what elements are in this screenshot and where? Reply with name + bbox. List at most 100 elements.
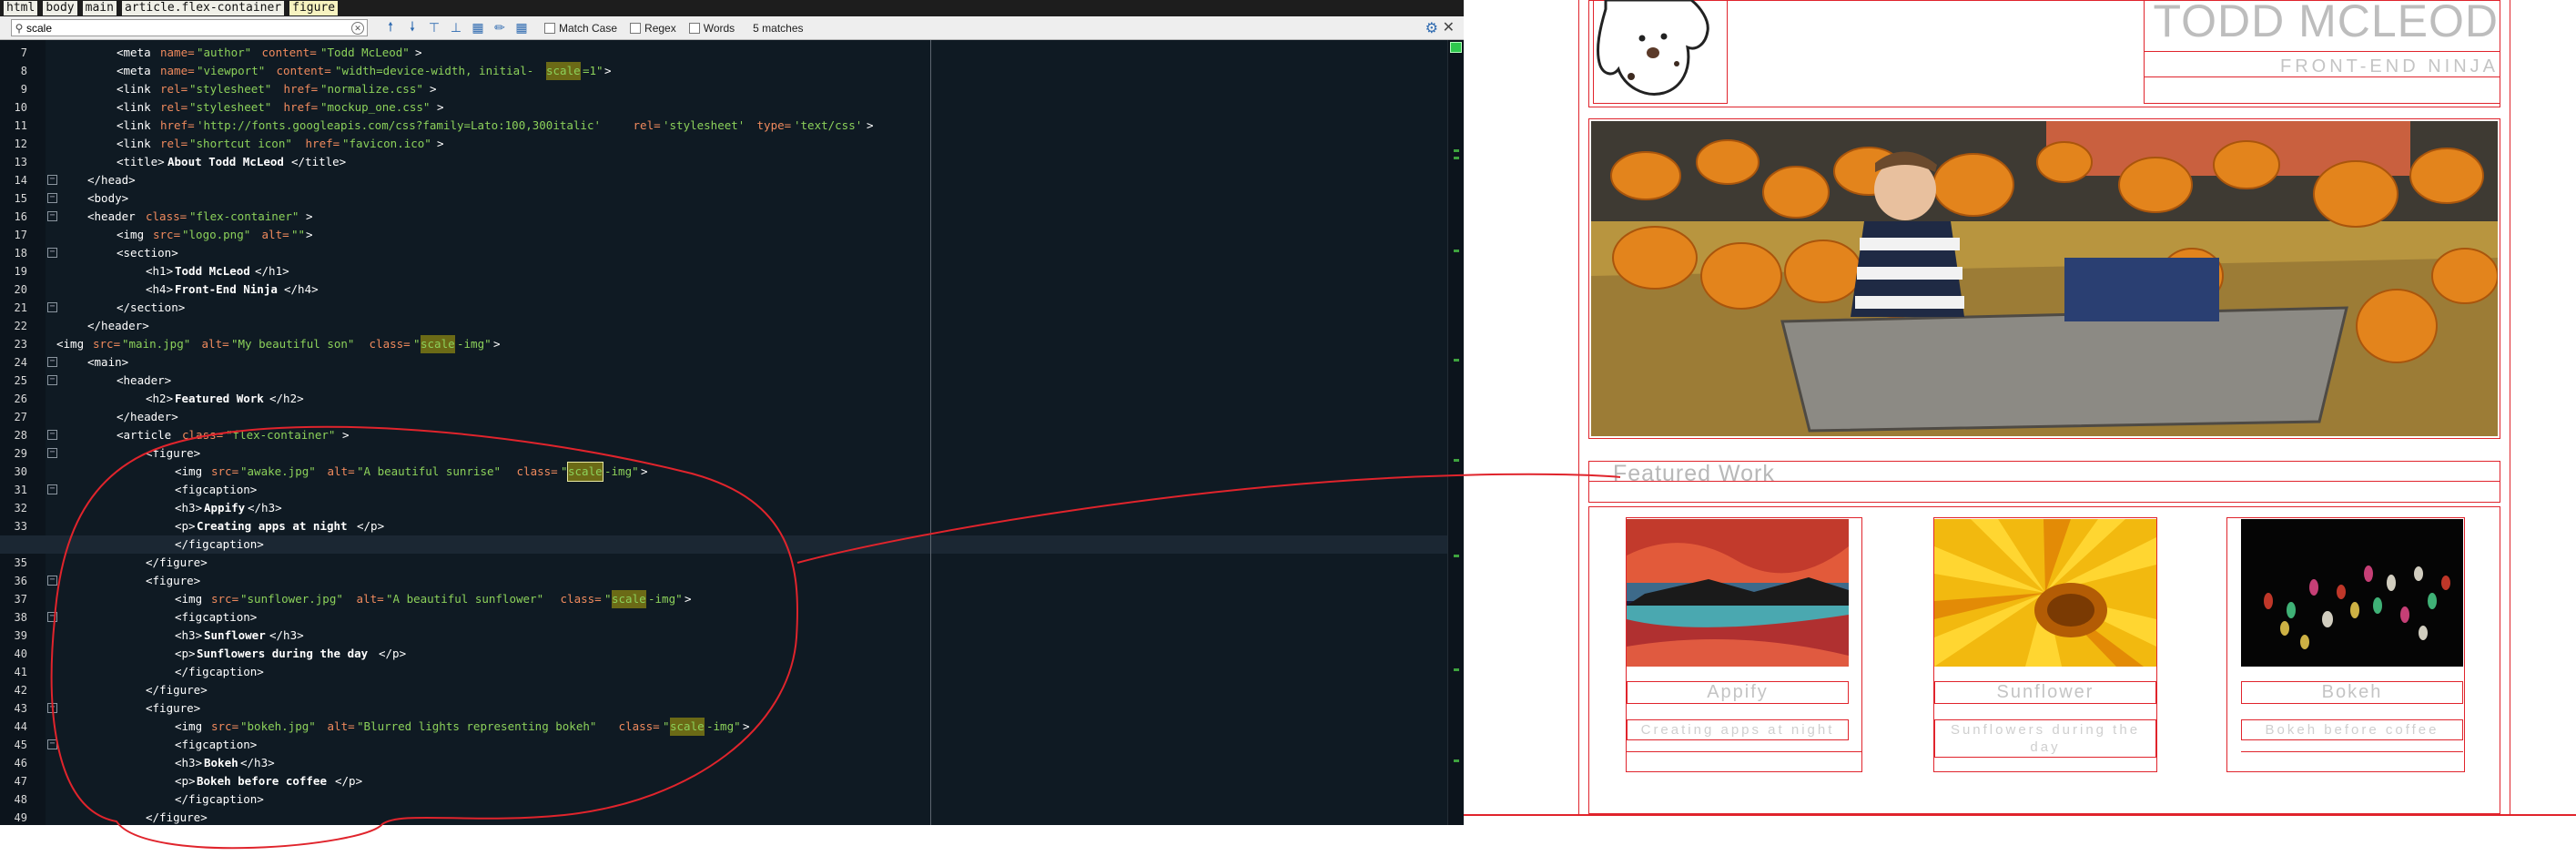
code-token: "A beautiful sunrise" xyxy=(357,464,502,478)
code-token: <link xyxy=(117,137,158,150)
code-token: <main> xyxy=(87,355,129,369)
close-icon[interactable]: ✕ xyxy=(1443,18,1455,36)
gear-icon[interactable]: ⚙ xyxy=(1425,19,1438,37)
breadcrumb-item[interactable]: body xyxy=(43,1,77,15)
figure-title: Bokeh xyxy=(2321,682,2383,702)
find-bar: ⚲ ✕ 🠕 🠗 ⊤ ⊥ ▦ ✏ ▦ Match Case Regex Words… xyxy=(0,16,1464,40)
checkbox-box[interactable] xyxy=(630,22,642,34)
code-token: class= xyxy=(362,337,411,351)
code-token: "flex-container" xyxy=(226,428,336,442)
code-token: class= xyxy=(612,719,660,733)
code-token: scale xyxy=(670,718,705,736)
page-bottom-line xyxy=(1464,814,2576,816)
code-token: rel= xyxy=(626,118,661,132)
code-token: content= xyxy=(255,46,317,59)
code-token: scale xyxy=(612,590,646,608)
code-token: "Todd McLeod" xyxy=(320,46,410,59)
code-token: "Blurred lights representing bokeh" xyxy=(357,719,597,733)
fold-toggle-icon[interactable]: − xyxy=(47,175,57,185)
figcaption-bottom-line xyxy=(2241,751,2463,752)
code-token: "" xyxy=(291,228,306,241)
code-token: </h4> xyxy=(284,282,319,296)
code-token: " xyxy=(663,719,670,733)
fold-toggle-icon[interactable]: − xyxy=(47,211,57,221)
code-token: alt= xyxy=(350,592,384,606)
fold-toggle-icon[interactable]: − xyxy=(47,193,57,203)
scroll-marker xyxy=(1454,668,1459,671)
regex-checkbox[interactable]: Regex xyxy=(630,22,676,35)
code-token: <figure> xyxy=(146,574,201,587)
code-token: <figcaption> xyxy=(175,738,258,751)
toggle-highlight-icon[interactable]: ✏ xyxy=(490,19,510,37)
match-case-checkbox[interactable]: Match Case xyxy=(544,22,617,35)
filter-icon[interactable]: ▦ xyxy=(512,19,532,37)
breadcrumb-item[interactable]: main xyxy=(82,1,117,15)
code-token: "viewport" xyxy=(197,64,266,77)
fold-toggle-icon[interactable]: − xyxy=(47,703,57,713)
code-token: </figure> xyxy=(146,683,208,697)
fold-toggle-icon[interactable]: − xyxy=(47,576,57,586)
figure-caption: Creating apps at night xyxy=(1640,722,1835,738)
code-token: <h1> xyxy=(146,264,174,278)
fold-toggle-icon[interactable]: − xyxy=(47,739,57,749)
scroll-marker xyxy=(1454,359,1459,362)
find-next-icon[interactable]: 🠗 xyxy=(402,19,422,37)
code-token: <h4> xyxy=(146,282,174,296)
vertical-scrollbar[interactable] xyxy=(1447,40,1464,825)
search-field: ⚲ ✕ xyxy=(11,19,368,36)
right-margin-line xyxy=(930,40,931,825)
code-token: name= xyxy=(160,46,195,59)
code-line[interactable]: </figcaption> xyxy=(0,535,1447,554)
fold-toggle-icon[interactable]: − xyxy=(47,484,57,494)
code-token: -img" xyxy=(706,719,741,733)
scroll-thumb[interactable] xyxy=(1450,42,1462,53)
code-token: <link xyxy=(117,118,158,132)
code-token: 'http://fonts.googleapis.com/css?family=… xyxy=(197,118,602,132)
code-token: Creating apps at night xyxy=(197,519,348,533)
fold-toggle-icon[interactable]: − xyxy=(47,248,57,258)
dog-logo-icon xyxy=(1597,0,1709,96)
code-token: <header xyxy=(87,209,143,223)
select-next-icon[interactable]: ⊤ xyxy=(424,19,444,37)
clear-search-icon[interactable]: ✕ xyxy=(351,21,364,35)
fold-toggle-icon[interactable]: − xyxy=(47,448,57,458)
code-token: href= xyxy=(277,100,319,114)
screen: html body main article.flex-container fi… xyxy=(0,0,2576,856)
words-label: Words xyxy=(703,21,735,35)
code-token: > xyxy=(493,337,501,351)
find-previous-icon[interactable]: 🠕 xyxy=(380,19,401,37)
breadcrumb-item[interactable]: figure xyxy=(289,1,339,15)
scroll-marker xyxy=(1454,250,1459,252)
fold-toggle-icon[interactable]: − xyxy=(47,302,57,312)
fold-toggle-icon[interactable]: − xyxy=(47,612,57,622)
code-token: > xyxy=(415,46,422,59)
code-token: > xyxy=(685,592,692,606)
code-editor[interactable]: html body main article.flex-container fi… xyxy=(0,0,1464,825)
breadcrumb-item[interactable]: article.flex-container xyxy=(121,1,285,15)
code-token: </title> xyxy=(291,155,347,168)
search-icon[interactable]: ⚲ xyxy=(12,22,26,35)
code-token: <h3> xyxy=(175,628,203,642)
select-previous-icon[interactable]: ⊥ xyxy=(446,19,466,37)
select-all-icon[interactable]: ▦ xyxy=(468,19,488,37)
match-count: 5 matches xyxy=(753,21,804,35)
words-checkbox[interactable]: Words xyxy=(688,21,735,35)
code-token: scale xyxy=(567,462,603,482)
code-token: "sunflower.jpg" xyxy=(240,592,343,606)
code-token: <img xyxy=(117,228,151,241)
code-token: "stylesheet" xyxy=(189,100,272,114)
code-token: <header> xyxy=(117,373,172,387)
search-input[interactable] xyxy=(26,20,351,36)
checkbox-box[interactable] xyxy=(688,22,700,34)
checkbox-box[interactable] xyxy=(544,22,555,34)
code-token: > xyxy=(743,719,750,733)
code-area[interactable]: <meta name= "author" content= "Todd McLeod… xyxy=(0,40,1447,825)
h1-bottom-line xyxy=(2144,51,2500,52)
breadcrumb-item[interactable]: html xyxy=(4,1,38,15)
fold-toggle-icon[interactable]: − xyxy=(47,375,57,385)
code-token: <link xyxy=(117,100,158,114)
code-token: <h2> xyxy=(146,392,174,405)
fold-toggle-icon[interactable]: − xyxy=(47,430,57,440)
code-token: <img xyxy=(175,719,209,733)
fold-toggle-icon[interactable]: − xyxy=(47,357,57,367)
